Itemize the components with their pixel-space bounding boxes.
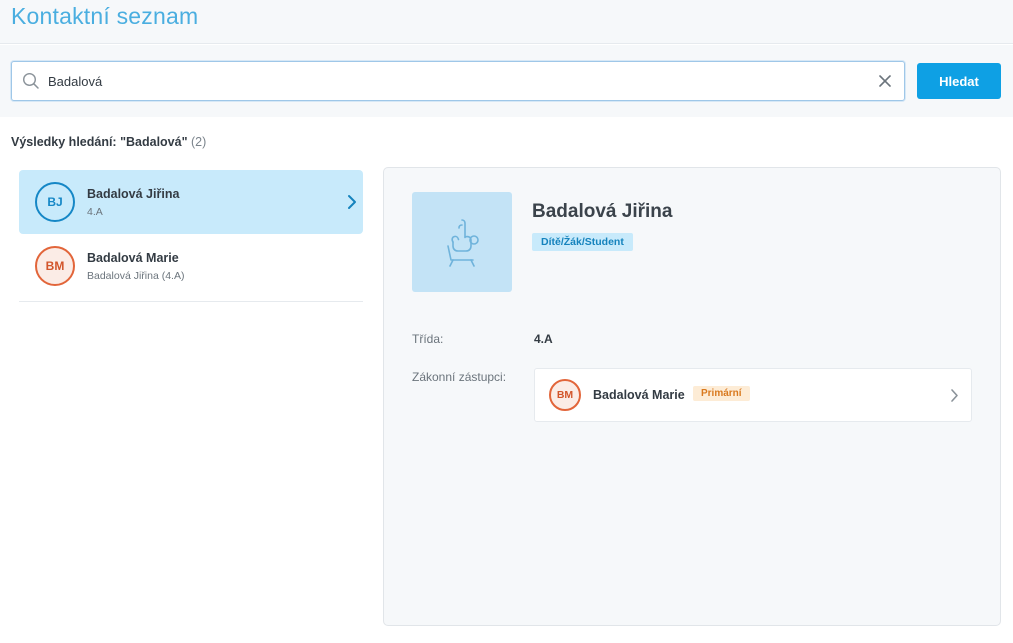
results-heading-text: Výsledky hledání: "Badalová" xyxy=(11,135,188,149)
search-box[interactable] xyxy=(11,61,905,101)
primary-badge: Primární xyxy=(693,386,750,401)
result-subtitle: 4.A xyxy=(87,206,103,218)
list-item[interactable]: BM Badalová Marie Badalová Jiřina (4.A) xyxy=(19,234,363,302)
guardians-label: Zákonní zástupci: xyxy=(412,370,507,384)
profile-photo-placeholder xyxy=(412,192,512,292)
guardian-name: Badalová Marie xyxy=(593,388,685,402)
result-name: Badalová Marie xyxy=(87,251,179,265)
result-list: BJ Badalová Jiřina 4.A BM Badalová Marie… xyxy=(19,170,363,302)
chevron-right-icon xyxy=(348,195,356,209)
results-heading: Výsledky hledání: "Badalová" (2) xyxy=(11,135,206,149)
result-subtitle: Badalová Jiřina (4.A) xyxy=(87,270,185,282)
avatar: BJ xyxy=(35,182,75,222)
detail-panel: Badalová Jiřina Dítě/Žák/Student Třída: … xyxy=(383,167,1001,626)
chevron-right-icon xyxy=(951,389,958,402)
result-name: Badalová Jiřina xyxy=(87,187,180,201)
class-value: 4.A xyxy=(534,332,553,346)
search-button[interactable]: Hledat xyxy=(917,63,1001,99)
page-title: Kontaktní seznam xyxy=(11,3,199,29)
list-item[interactable]: BJ Badalová Jiřina 4.A xyxy=(19,170,363,234)
search-band: Hledat xyxy=(0,45,1013,117)
clear-icon[interactable] xyxy=(878,74,892,88)
results-count: (2) xyxy=(191,135,207,149)
class-label: Třída: xyxy=(412,332,444,346)
search-input[interactable] xyxy=(48,62,868,100)
avatar: BM xyxy=(549,379,581,411)
guardian-card[interactable]: BM Badalová Marie Primární xyxy=(534,368,972,422)
role-badge: Dítě/Žák/Student xyxy=(532,233,633,251)
avatar: BM xyxy=(35,246,75,286)
search-icon xyxy=(22,72,39,89)
page-header: Kontaktní seznam xyxy=(0,0,1013,44)
student-raised-hand-icon xyxy=(447,219,479,267)
detail-name: Badalová Jiřina xyxy=(532,201,673,222)
